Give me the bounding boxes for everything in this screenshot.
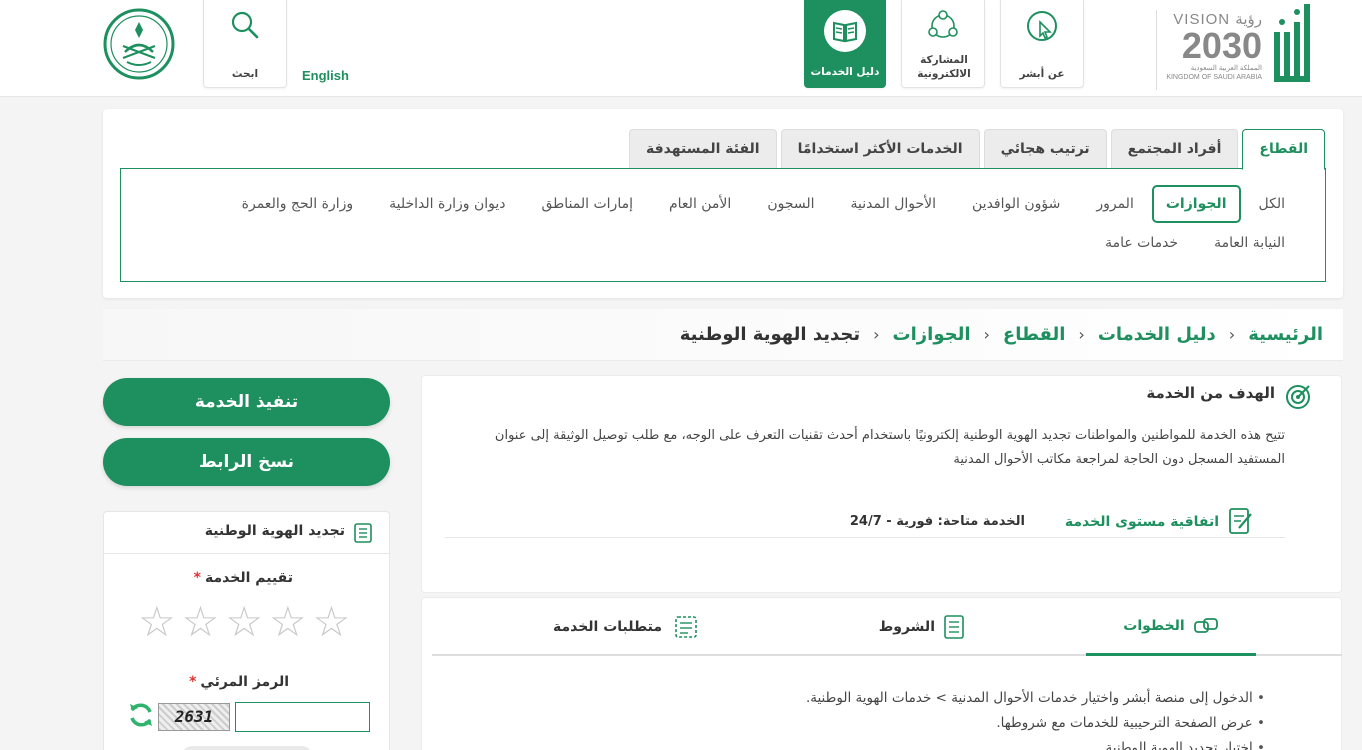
tab-alphabetical[interactable]: ترتيب هجائي (983, 129, 1107, 168)
document-list-icon (675, 616, 697, 638)
step-item: اختيار تجديد الهوية الوطنية (806, 736, 1265, 750)
services-filter-panel: القطاع أفراد المجتمع ترتيب هجائي الخدمات… (103, 109, 1343, 298)
search-button[interactable]: ابحث (203, 0, 287, 88)
agreement-document-icon (1229, 508, 1252, 534)
star-icon[interactable]: ☆ (182, 600, 220, 644)
goal-title: الهدف من الخدمة (1146, 384, 1275, 402)
required-mark: * (189, 674, 197, 690)
site-header: VISION رؤية 2030 المملكة العربية السعودي… (0, 0, 1362, 97)
absher-logo[interactable] (1270, 2, 1314, 88)
open-book-icon (824, 10, 866, 52)
star-icon[interactable]: ☆ (225, 600, 263, 644)
tab-conditions[interactable]: الشروط (879, 598, 965, 656)
sector-regions[interactable]: إمارات المناطق (523, 196, 651, 212)
network-people-icon (928, 10, 958, 38)
sector-general-services[interactable]: خدمات عامة (1087, 235, 1196, 251)
breadcrumb-current-page: تجديد الهوية الوطنية (679, 324, 861, 345)
nav-services-guide-label: دليل الخدمات (810, 66, 880, 78)
service-goal-card: الهدف من الخدمة تتيح هذه الخدمة للمواطني… (421, 375, 1342, 593)
nav-about-label: عن أبشر (1019, 68, 1065, 80)
tab-community[interactable]: أفراد المجتمع (1110, 129, 1239, 168)
sector-moi-office[interactable]: ديوان وزارة الداخلية (371, 196, 523, 212)
tab-conditions-label: الشروط (878, 619, 935, 635)
chevron-left-icon: ‹ (873, 325, 880, 344)
sector-civil-affairs[interactable]: الأحوال المدنية (833, 196, 955, 212)
vision-sub-en: KINGDOM OF SAUDI ARABIA (1166, 74, 1262, 81)
copy-link-button[interactable]: نسخ الرابط (103, 438, 390, 486)
tab-steps-label: الخطوات (1123, 617, 1185, 634)
filter-tabs: القطاع أفراد المجتمع ترتيب هجائي الخدمات… (629, 129, 1325, 170)
nav-about-absher[interactable]: عن أبشر (1000, 0, 1084, 88)
tab-target-group[interactable]: الفئة المستهدفة (629, 129, 777, 168)
breadcrumb-home[interactable]: الرئيسية (1248, 324, 1323, 345)
sector-traffic[interactable]: المرور (1078, 196, 1152, 212)
language-switch-link[interactable]: English (302, 68, 349, 83)
steps-list: الدخول إلى منصة أبشر واختيار خدمات الأحو… (806, 686, 1265, 750)
star-icon[interactable]: ☆ (138, 600, 176, 644)
breadcrumb-services-guide[interactable]: دليل الخدمات (1098, 324, 1216, 345)
breadcrumb: الرئيسية ‹ دليل الخدمات ‹ القطاع ‹ الجوا… (103, 309, 1343, 361)
refresh-icon[interactable] (126, 700, 156, 730)
sector-prisons[interactable]: السجون (749, 196, 832, 212)
submit-rating-button[interactable] (182, 746, 312, 750)
sector-hajj-umrah[interactable]: وزارة الحج والعمرة (224, 196, 371, 212)
sector-list: الكل الجوازات المرور شؤون الوافدين الأحو… (120, 168, 1326, 282)
vision-2030-logo: VISION رؤية 2030 المملكة العربية السعودي… (1156, 10, 1262, 90)
service-rating-card: تجديد الهوية الوطنية تقييم الخدمة* ☆ ☆ ☆… (103, 511, 390, 750)
sector-public-prosecution[interactable]: النيابة العامة (1196, 235, 1303, 251)
target-icon (1286, 385, 1310, 409)
details-tabs: الخطوات الشروط متطلبات الخدمة (432, 598, 1342, 656)
tab-steps[interactable]: الخطوات (1086, 598, 1256, 656)
vision-sub-ar: المملكة العربية السعودية (1190, 65, 1262, 72)
captcha-image: 2631 (158, 703, 230, 731)
rating-label-text: تقييم الخدمة (204, 570, 293, 586)
star-icon[interactable]: ☆ (269, 600, 307, 644)
execute-service-button[interactable]: تنفيذ الخدمة (103, 378, 390, 426)
sla-label: اتفاقية مستوى الخدمة (1064, 514, 1219, 530)
nav-services-guide[interactable]: دليل الخدمات (804, 0, 886, 88)
step-item: عرض الصفحة الترحيبية للخدمات مع شروطها. (806, 711, 1265, 736)
sector-all[interactable]: الكل (1241, 196, 1304, 212)
sector-row-1: الكل الجوازات المرور شؤون الوافدين الأحو… (224, 185, 1303, 223)
cursor-click-icon (1027, 11, 1057, 41)
vision-number: 2030 (1181, 25, 1262, 66)
nav-e-participation[interactable]: المشاركة الالكترونية (901, 0, 985, 88)
link-icon (1193, 617, 1218, 633)
nav-participation-label: المشاركة الالكترونية (917, 54, 971, 80)
rating-card-title: تجديد الهوية الوطنية (204, 523, 345, 539)
ministry-interior-emblem (103, 8, 175, 80)
rating-label: تقييم الخدمة* (194, 570, 293, 586)
required-mark: * (193, 570, 201, 586)
tab-requirements[interactable]: متطلبات الخدمة (553, 598, 702, 656)
service-details-card: الخطوات الشروط متطلبات الخدمة الدخول إلى… (421, 597, 1342, 750)
step-item: الدخول إلى منصة أبشر واختيار خدمات الأحو… (806, 686, 1265, 711)
checklist-icon (354, 523, 372, 543)
tab-requirements-label: متطلبات الخدمة (552, 619, 662, 635)
rating-stars: ☆ ☆ ☆ ☆ ☆ (138, 600, 350, 644)
sector-passports[interactable]: الجوازات (1151, 185, 1241, 223)
sla-row: اتفاقية مستوى الخدمة الخدمة متاحة: فورية… (445, 506, 1285, 538)
breadcrumb-sector[interactable]: القطاع (1003, 324, 1065, 345)
sector-row-2: النيابة العامة خدمات عامة (1087, 235, 1303, 251)
search-label: ابحث (231, 68, 259, 80)
chevron-left-icon: ‹ (1228, 325, 1236, 344)
tab-most-used[interactable]: الخدمات الأكثر استخدامًا (780, 129, 980, 168)
sector-public-security[interactable]: الأمن العام (651, 196, 749, 212)
chevron-left-icon: ‹ (1078, 325, 1085, 344)
captcha-input[interactable] (235, 702, 370, 732)
rating-card-header: تجديد الهوية الوطنية (104, 512, 389, 554)
captcha-label: الرمز المرئي* (189, 674, 289, 690)
search-icon (231, 11, 259, 39)
sla-value: الخدمة متاحة: فورية - 24/7 (849, 514, 1025, 529)
chevron-left-icon: ‹ (983, 325, 990, 344)
captcha-label-text: الرمز المرئي (200, 674, 289, 690)
breadcrumb-passports[interactable]: الجوازات (893, 324, 971, 345)
goal-description: تتيح هذه الخدمة للمواطنين والمواطنات تجد… (494, 428, 1285, 467)
sector-expatriates[interactable]: شؤون الوافدين (954, 196, 1078, 212)
star-icon[interactable]: ☆ (313, 600, 351, 644)
tab-sector[interactable]: القطاع (1242, 129, 1325, 170)
checklist-icon (944, 615, 964, 639)
